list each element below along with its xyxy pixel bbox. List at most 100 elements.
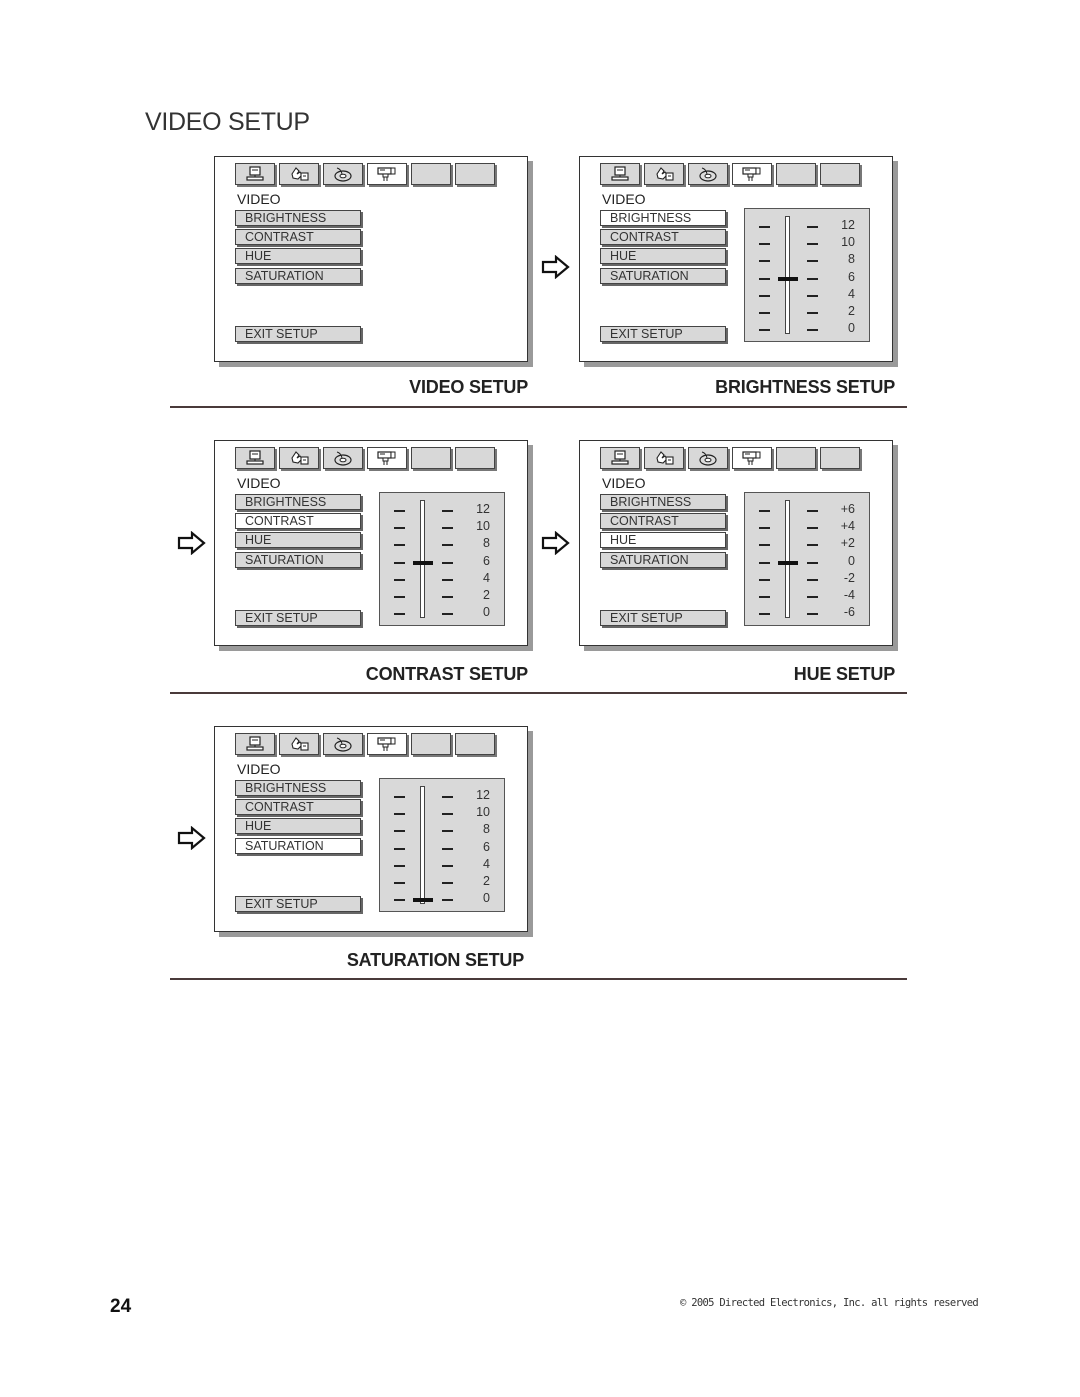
slider-tick (442, 544, 453, 547)
scale-label: 6 (483, 839, 490, 854)
video-setup-screen: VIDEO BRIGHTNESS CONTRAST HUE SATURATION EXIT… (214, 156, 528, 362)
exit-setup-button[interactable]: EXIT SETUP (235, 896, 361, 912)
slider-track[interactable] (420, 786, 425, 904)
tab-bar (600, 163, 860, 185)
tab-disc-icon[interactable] (323, 447, 363, 469)
tab-monitor-icon[interactable] (235, 163, 275, 185)
tab-bar (235, 447, 495, 469)
scale-label: 0 (483, 891, 490, 906)
menu-item-saturation[interactable]: SATURATION (600, 268, 726, 284)
tab-video-camera-icon[interactable] (367, 163, 407, 185)
tab-monitor-icon[interactable] (600, 447, 640, 469)
right-arrow-icon (541, 530, 571, 556)
scale-label: 4 (848, 286, 855, 301)
scale-label: -2 (843, 570, 855, 585)
slider-knob[interactable] (413, 560, 433, 565)
tab-blank-tab[interactable] (455, 163, 495, 185)
slider-tick (442, 882, 453, 884)
slider-knob[interactable] (778, 276, 798, 281)
tab-blank-tab[interactable] (776, 447, 816, 469)
tab-settings-hand-icon[interactable] (279, 447, 319, 469)
menu-item-saturation[interactable]: SATURATION (235, 838, 361, 854)
slider-track[interactable] (420, 500, 425, 618)
slider-tick (759, 613, 770, 616)
settings-hand-icon (653, 450, 675, 466)
slider-track[interactable] (785, 216, 790, 334)
tab-video-camera-icon[interactable] (732, 447, 772, 469)
menu-item-hue[interactable]: HUE (235, 532, 361, 548)
slider-track[interactable] (785, 500, 790, 618)
menu-item-brightness[interactable]: BRIGHTNESS (235, 494, 361, 510)
menu-item-brightness[interactable]: BRIGHTNESS (235, 780, 361, 796)
menu-item-contrast[interactable]: CONTRAST (235, 229, 361, 245)
slider-tick (807, 527, 818, 530)
tab-monitor-icon[interactable] (600, 163, 640, 185)
contrast-setup-caption: CONTRAST SETUP (365, 664, 528, 684)
tab-monitor-icon[interactable] (235, 447, 275, 469)
tab-blank-tab[interactable] (820, 447, 860, 469)
slider-tick (807, 312, 818, 314)
saturation-setup-caption: SATURATION SETUP (346, 950, 524, 970)
tab-video-camera-icon[interactable] (367, 447, 407, 469)
exit-setup-button[interactable]: EXIT SETUP (235, 610, 361, 626)
menu-item-contrast[interactable]: CONTRAST (600, 513, 726, 529)
menu-item-saturation[interactable]: SATURATION (235, 552, 361, 568)
section-divider (170, 692, 907, 694)
tab-monitor-icon[interactable] (235, 733, 275, 755)
menu-item-hue[interactable]: HUE (235, 248, 361, 264)
exit-setup-button[interactable]: EXIT SETUP (600, 326, 726, 342)
slider-tick (394, 847, 405, 850)
tab-video-camera-icon[interactable] (732, 163, 772, 185)
slider-tick (394, 596, 405, 598)
scale-label: 0 (848, 553, 855, 568)
slider-tick (442, 847, 453, 850)
tab-blank-tab[interactable] (455, 733, 495, 755)
scale-label: 2 (483, 588, 490, 602)
slider-knob[interactable] (778, 560, 798, 565)
tab-disc-icon[interactable] (323, 733, 363, 755)
slider-tick (442, 899, 453, 902)
menu-item-contrast[interactable]: CONTRAST (600, 229, 726, 245)
monitor-icon (609, 450, 631, 466)
tab-disc-icon[interactable] (323, 163, 363, 185)
slider-tick (759, 294, 770, 297)
tab-blank-tab[interactable] (411, 733, 451, 755)
menu-item-hue[interactable]: HUE (235, 818, 361, 834)
scale-label: 8 (483, 536, 490, 551)
slider-panel: 12 10 8 6 4 2 0 (379, 492, 505, 626)
slider-tick (394, 561, 405, 564)
scale-label: 0 (848, 321, 855, 336)
tab-disc-icon[interactable] (688, 163, 728, 185)
menu-item-brightness[interactable]: BRIGHTNESS (235, 210, 361, 226)
slider-tick (759, 527, 770, 530)
menu-item-saturation[interactable]: SATURATION (235, 268, 361, 284)
exit-setup-button[interactable]: EXIT SETUP (600, 610, 726, 626)
slider-tick (759, 544, 770, 547)
tab-settings-hand-icon[interactable] (279, 733, 319, 755)
disc-icon (697, 166, 719, 182)
tab-blank-tab[interactable] (776, 163, 816, 185)
menu-item-brightness[interactable]: BRIGHTNESS (600, 494, 726, 510)
slider-tick (807, 578, 818, 581)
tab-blank-tab[interactable] (820, 163, 860, 185)
tab-disc-icon[interactable] (688, 447, 728, 469)
exit-setup-button[interactable]: EXIT SETUP (235, 326, 361, 342)
menu-item-hue[interactable]: HUE (600, 248, 726, 264)
menu-item-saturation[interactable]: SATURATION (600, 552, 726, 568)
tab-settings-hand-icon[interactable] (644, 447, 684, 469)
slider-tick (442, 527, 453, 530)
tab-video-camera-icon[interactable] (367, 733, 407, 755)
tab-blank-tab[interactable] (411, 447, 451, 469)
slider-tick (759, 596, 770, 598)
menu-item-contrast[interactable]: CONTRAST (235, 513, 361, 529)
slider-knob[interactable] (413, 898, 433, 903)
video-camera-icon (376, 736, 398, 752)
tab-blank-tab[interactable] (411, 163, 451, 185)
tab-blank-tab[interactable] (455, 447, 495, 469)
tab-settings-hand-icon[interactable] (279, 163, 319, 185)
right-arrow-icon (541, 254, 571, 280)
tab-settings-hand-icon[interactable] (644, 163, 684, 185)
menu-item-hue[interactable]: HUE (600, 532, 726, 548)
menu-item-brightness[interactable]: BRIGHTNESS (600, 210, 726, 226)
menu-item-contrast[interactable]: CONTRAST (235, 799, 361, 815)
